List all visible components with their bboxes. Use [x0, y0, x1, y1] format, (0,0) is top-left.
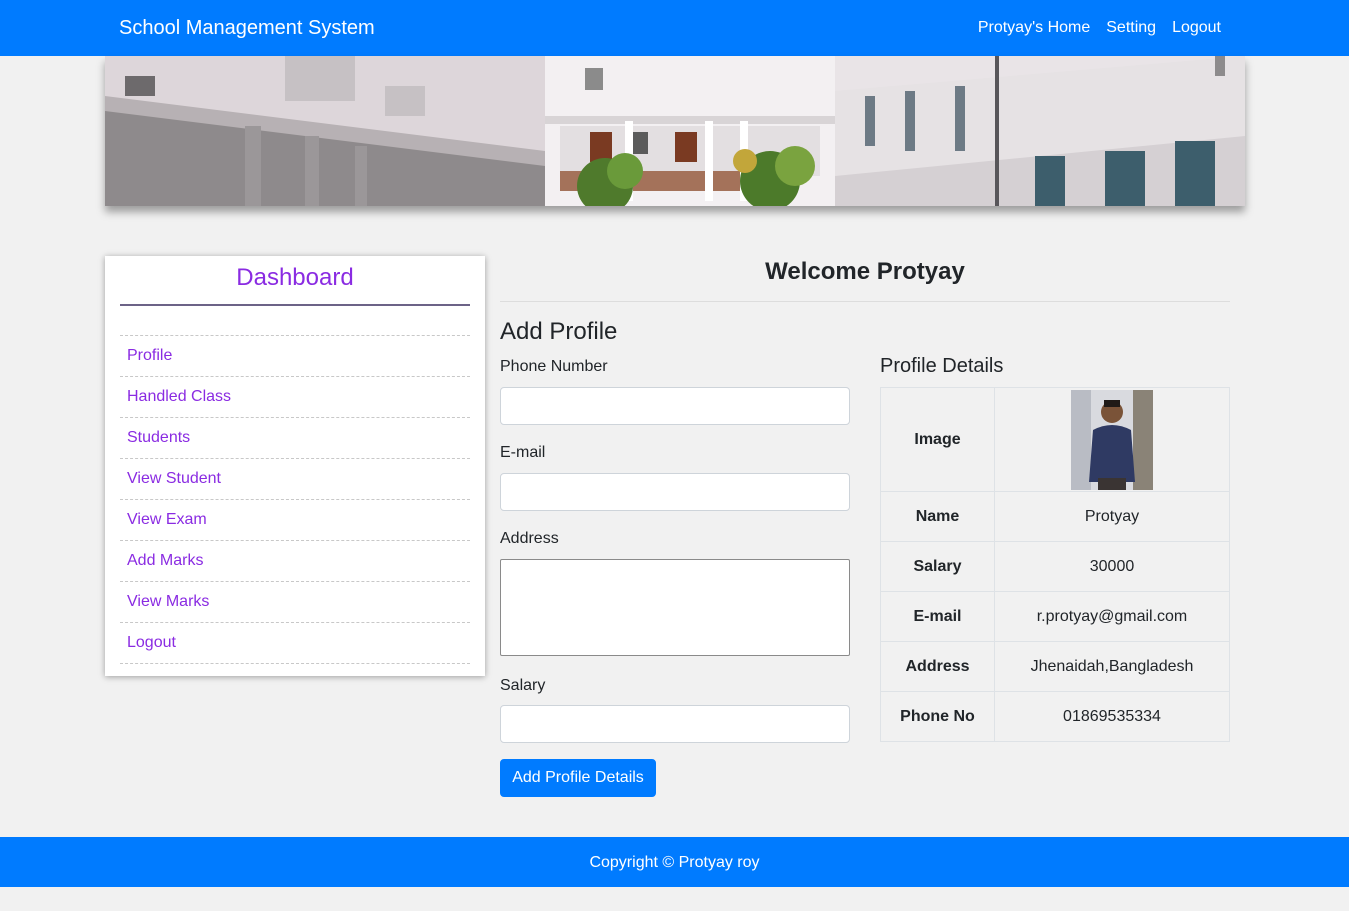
detail-value: Jhenaidah,Bangladesh [994, 641, 1230, 692]
page-footer: Copyright © Protyay roy [0, 837, 1349, 887]
detail-key: Salary [880, 541, 995, 592]
table-row: Image [880, 387, 1230, 492]
sidebar-item-view-exam: View Exam [120, 500, 470, 541]
sidebar-link-view-student[interactable]: View Student [127, 470, 221, 488]
sidebar-item-profile: Profile [120, 336, 470, 377]
nav-links: Protyay's Home Setting Logout [978, 19, 1221, 37]
email-input[interactable] [500, 473, 850, 511]
school-banner-image [105, 56, 1245, 206]
profile-details-table: Image Name Protyay Salary 30000 E-mail r… [880, 387, 1230, 742]
phone-label: Phone Number [500, 358, 608, 375]
profile-photo [1071, 389, 1153, 490]
detail-value: 01869535334 [994, 691, 1230, 742]
dashboard-sidebar: Dashboard Profile Handled Class Students… [105, 256, 485, 676]
address-label: Address [500, 530, 559, 547]
sidebar-item-logout: Logout [120, 623, 470, 664]
sidebar-link-handled-class[interactable]: Handled Class [127, 388, 231, 406]
email-label: E-mail [500, 444, 546, 461]
salary-label: Salary [500, 677, 546, 694]
table-row: Salary 30000 [880, 541, 1230, 592]
profile-details-title: Profile Details [880, 355, 1004, 377]
sidebar-link-view-marks[interactable]: View Marks [127, 593, 209, 611]
sidebar-link-logout[interactable]: Logout [127, 634, 176, 652]
sidebar-link-add-marks[interactable]: Add Marks [127, 552, 203, 570]
sidebar-item-students: Students [120, 418, 470, 459]
top-navbar: School Management System Protyay's Home … [0, 0, 1349, 56]
detail-key: E-mail [880, 591, 995, 642]
detail-key: Address [880, 641, 995, 692]
sidebar-item-view-student: View Student [120, 459, 470, 500]
sidebar-item-add-marks: Add Marks [120, 541, 470, 582]
welcome-heading: Welcome Protyay [765, 258, 965, 285]
phone-input[interactable] [500, 387, 850, 425]
sidebar-title: Dashboard [120, 264, 470, 306]
address-textarea[interactable] [500, 559, 850, 656]
nav-link-logout[interactable]: Logout [1172, 19, 1221, 37]
detail-value: r.protyay@gmail.com [994, 591, 1230, 642]
add-profile-details-button[interactable]: Add Profile Details [500, 759, 656, 797]
welcome-divider [500, 301, 1230, 302]
salary-input[interactable] [500, 705, 850, 743]
sidebar-link-view-exam[interactable]: View Exam [127, 511, 207, 529]
detail-key: Name [880, 491, 995, 542]
table-row: Address Jhenaidah,Bangladesh [880, 641, 1230, 692]
table-row: Phone No 01869535334 [880, 691, 1230, 742]
sidebar-link-profile[interactable]: Profile [127, 347, 172, 365]
table-row: E-mail r.protyay@gmail.com [880, 591, 1230, 642]
sidebar-item-handled-class: Handled Class [120, 377, 470, 418]
detail-value: 30000 [994, 541, 1230, 592]
detail-value: Protyay [994, 491, 1230, 542]
sidebar-link-students[interactable]: Students [127, 429, 190, 447]
detail-key: Phone No [880, 691, 995, 742]
image-key: Image [880, 387, 995, 492]
sidebar-item-view-marks: View Marks [120, 582, 470, 623]
add-profile-title: Add Profile [500, 318, 618, 345]
table-row: Name Protyay [880, 491, 1230, 542]
brand-link[interactable]: School Management System [119, 17, 375, 40]
sidebar-menu: Profile Handled Class Students View Stud… [120, 335, 470, 664]
nav-link-home[interactable]: Protyay's Home [978, 19, 1090, 37]
copyright-text: Copyright © Protyay roy [589, 854, 760, 871]
image-cell [994, 387, 1230, 492]
nav-link-setting[interactable]: Setting [1106, 19, 1156, 37]
